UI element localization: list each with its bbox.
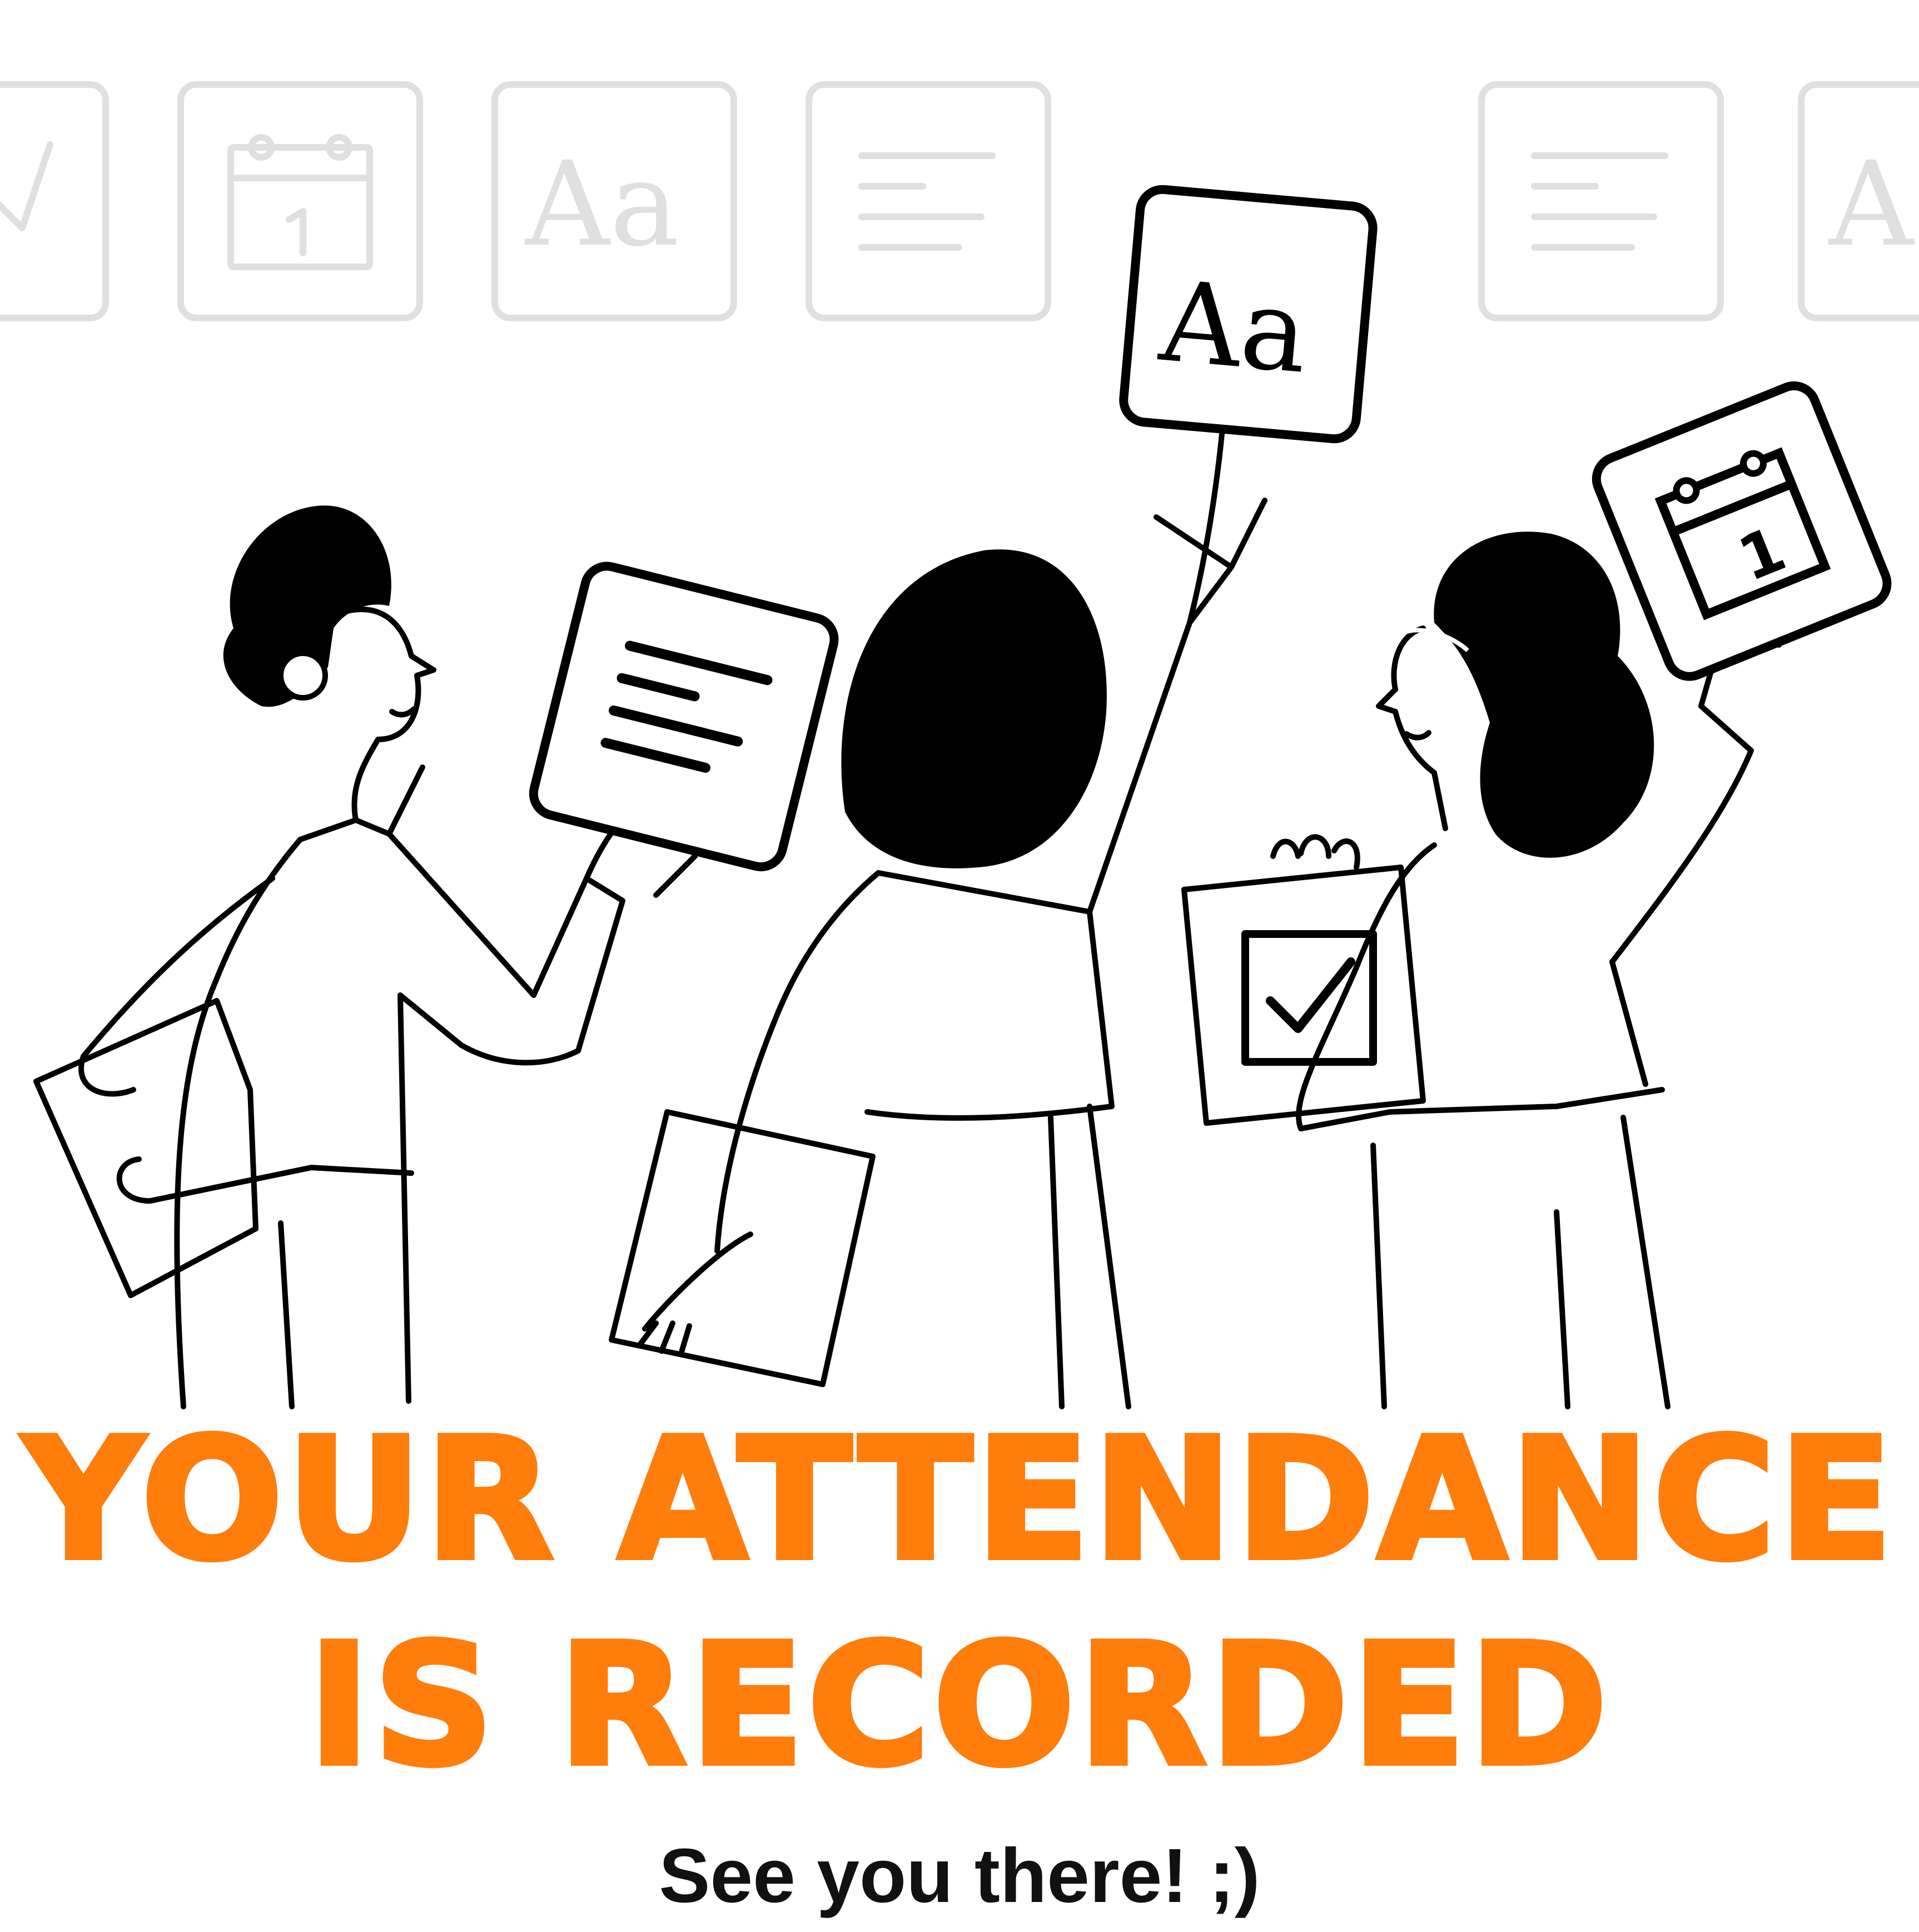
bg-paragraph-icon xyxy=(806,81,1051,321)
bg-paragraph-icon xyxy=(1478,81,1724,321)
woman-center-hair xyxy=(841,549,1107,868)
woman-right-hair xyxy=(1434,532,1654,858)
headline-line-2: IS RECORDED xyxy=(305,1608,1611,1802)
held-calendar-icon: 1 xyxy=(1592,381,1892,681)
bg-aa-text: Aa xyxy=(524,136,679,272)
held-paragraph-icon xyxy=(529,562,839,872)
bg-checkbox-icon xyxy=(0,81,109,321)
held-aa-text: Aa xyxy=(1155,257,1313,399)
bg-calendar-icon xyxy=(177,81,423,321)
man-ear xyxy=(278,650,328,701)
held-text-style-icon: Aa xyxy=(1119,185,1378,444)
invitation-card: Aa Aa xyxy=(0,0,1919,1932)
subtext: See you there! ;) xyxy=(659,1833,1260,1919)
people-illustration: Aa Aa xyxy=(0,81,1919,1409)
bg-aa-text: Aa xyxy=(1828,136,1919,272)
headline-line-1: YOUR ATTENDANCE xyxy=(20,1403,1896,1597)
